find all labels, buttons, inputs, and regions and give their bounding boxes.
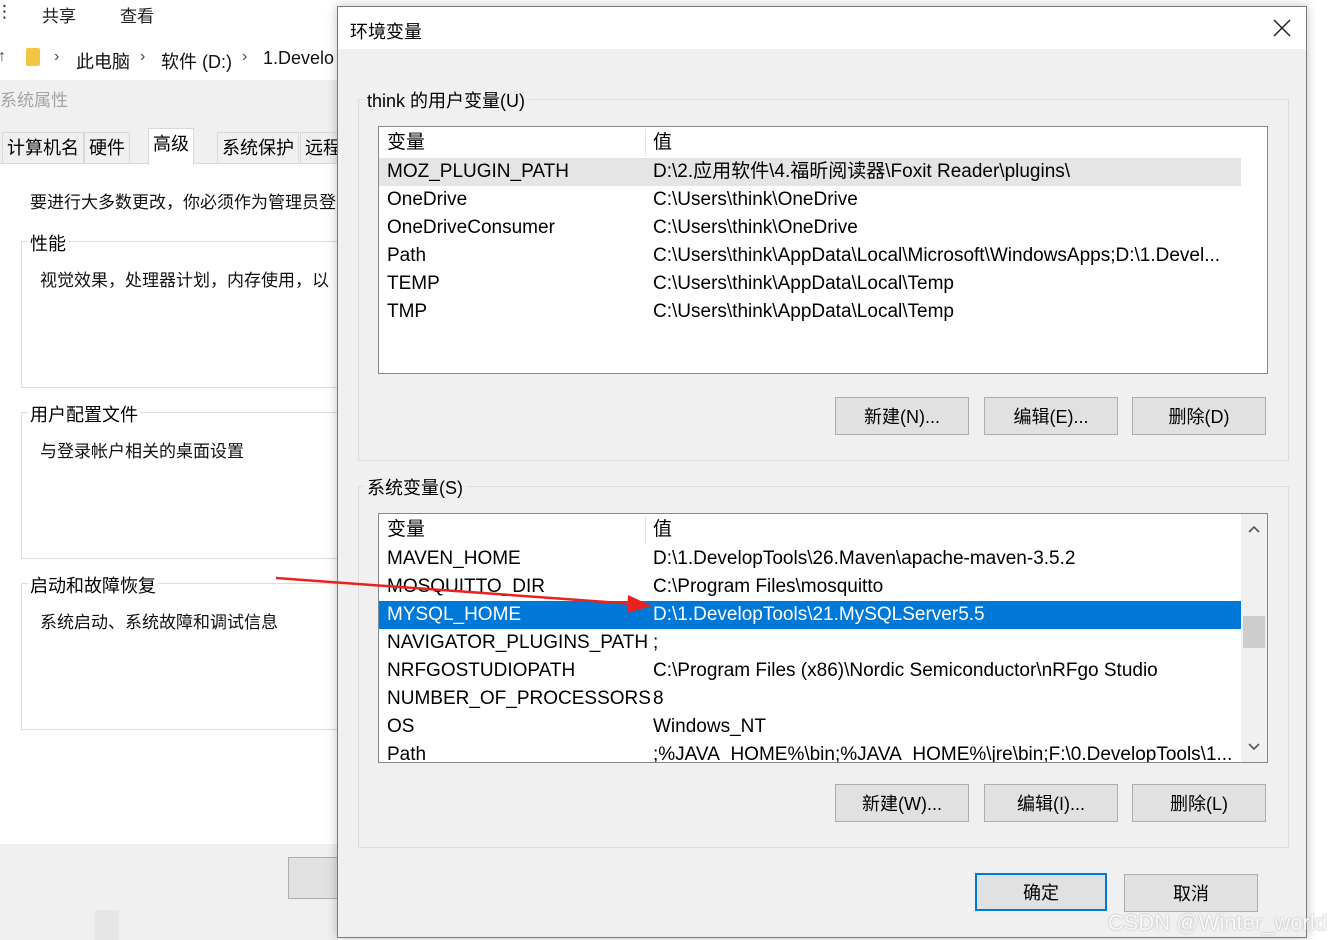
watermark: CSDN @Winter_world: [1107, 910, 1327, 935]
annotation-arrow: [275, 576, 652, 613]
